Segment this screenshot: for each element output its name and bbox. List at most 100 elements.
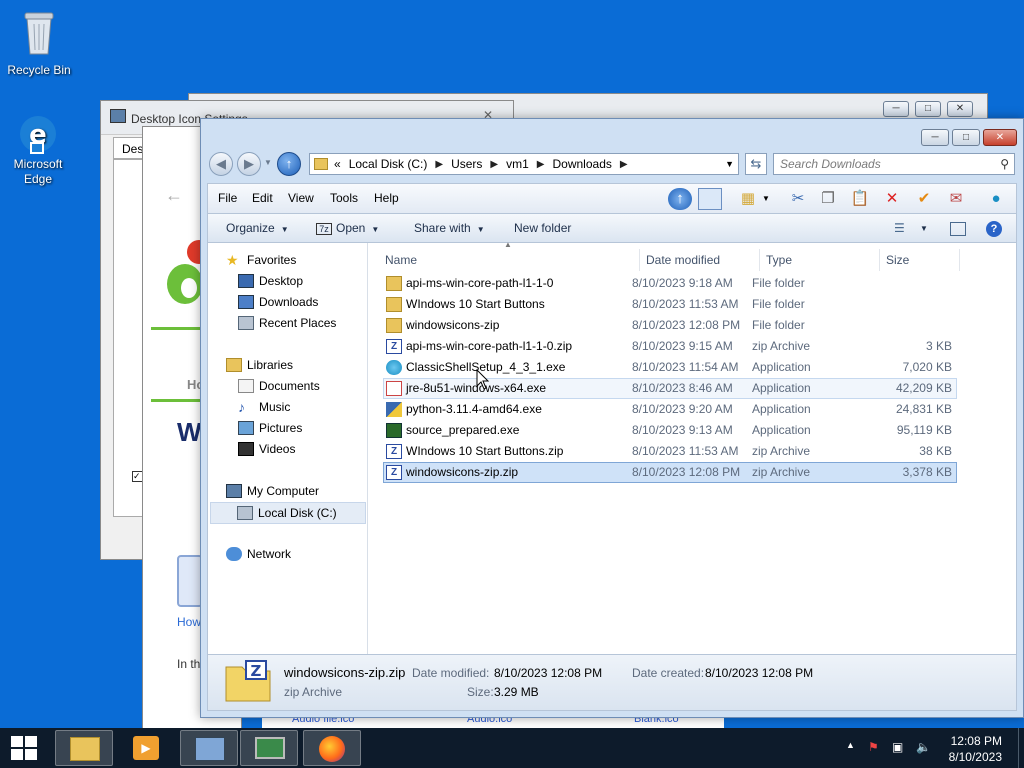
zip-icon: Z xyxy=(386,339,402,354)
change-view-icon[interactable]: ☰ xyxy=(894,221,905,235)
column-label: Type xyxy=(766,253,793,267)
minimize-button[interactable]: ─ xyxy=(921,129,949,146)
change-view-dropdown-icon[interactable]: ▼ xyxy=(920,224,928,233)
address-bar[interactable]: « Local Disk (C:) ▶ Users ▶ vm1 ▶ Downlo… xyxy=(309,153,739,175)
nav-network[interactable]: Network xyxy=(226,547,291,561)
breadcrumb-chevron-icon[interactable]: ▶ xyxy=(620,159,628,170)
menu-file[interactable]: File xyxy=(218,191,237,205)
organize-button[interactable]: Organize ▼ xyxy=(226,221,289,235)
taskbar-file-explorer[interactable] xyxy=(55,730,113,766)
file-row[interactable]: ClassicShellSetup_4_3_1.exe 8/10/2023 11:… xyxy=(383,357,957,378)
minimize-button[interactable]: ─ xyxy=(883,101,909,117)
maximize-button[interactable]: □ xyxy=(915,101,941,117)
close-button[interactable]: ✕ xyxy=(983,129,1017,146)
views-icon[interactable]: ▦ xyxy=(736,188,760,210)
new-folder-button[interactable]: New folder xyxy=(514,221,571,235)
taskbar-display-settings[interactable] xyxy=(240,730,298,766)
start-button[interactable] xyxy=(0,728,48,768)
breadcrumb-chevron-icon[interactable]: ▶ xyxy=(435,159,443,170)
address-dropdown-icon[interactable]: ▼ xyxy=(725,159,734,169)
help-icon[interactable]: ? xyxy=(986,221,1002,237)
nav-videos[interactable]: Videos xyxy=(238,442,295,456)
desktop-icon-label: Recycle Bin xyxy=(7,63,71,77)
breadcrumb-item[interactable]: Users xyxy=(451,157,482,171)
column-header-size[interactable]: Size xyxy=(880,249,960,271)
file-row[interactable]: windowsicons-zip 8/10/2023 12:08 PM File f… xyxy=(383,315,957,336)
nav-favorites[interactable]: ★ Favorites xyxy=(226,253,296,267)
nav-recent-places[interactable]: Recent Places xyxy=(238,316,336,330)
file-name: api-ms-win-core-path-l1-1-0 xyxy=(406,276,554,290)
show-desktop-button[interactable] xyxy=(1018,728,1024,768)
up-button[interactable]: ↑ xyxy=(277,152,301,176)
overflow-chevron-icon[interactable]: « xyxy=(334,157,341,171)
folders-pane-icon[interactable] xyxy=(698,188,722,210)
action-center-icon[interactable]: ⚑ xyxy=(868,740,879,754)
taskbar-firefox[interactable] xyxy=(303,730,361,766)
file-size: 95,119 KB xyxy=(896,423,952,437)
preview-pane-icon[interactable] xyxy=(950,222,966,236)
refresh-button[interactable]: ⇆ xyxy=(745,153,767,175)
breadcrumb-item[interactable]: Local Disk (C:) xyxy=(349,157,428,171)
nav-libraries[interactable]: Libraries xyxy=(226,358,293,372)
file-name: source_prepared.exe xyxy=(406,423,520,437)
menu-tools[interactable]: Tools xyxy=(330,191,358,205)
properties-check-icon[interactable]: ✔ xyxy=(912,188,936,210)
nav-my-computer[interactable]: My Computer xyxy=(226,484,319,498)
views-dropdown-icon[interactable]: ▼ xyxy=(760,188,772,210)
up-folder-icon[interactable]: ↑ xyxy=(668,188,692,210)
close-button[interactable]: ✕ xyxy=(947,101,973,117)
nav-local-disk[interactable]: Local Disk (C:) xyxy=(210,502,366,524)
file-row[interactable]: WIndows 10 Start Buttons 8/10/2023 11:53 … xyxy=(383,294,957,315)
column-header-type[interactable]: Type xyxy=(760,249,880,271)
nav-documents[interactable]: Documents xyxy=(238,379,320,393)
column-header-name[interactable]: Name xyxy=(379,249,640,271)
paste-icon[interactable]: 📋 xyxy=(848,188,872,210)
history-dropdown-icon[interactable]: ▼ xyxy=(264,158,272,167)
file-row[interactable]: api-ms-win-core-path-l1-1-0 8/10/2023 9:1… xyxy=(383,273,957,294)
file-row[interactable]: jre-8u51-windows-x64.exe 8/10/2023 8:46 A… xyxy=(383,378,957,399)
breadcrumb-item[interactable]: Downloads xyxy=(553,157,612,171)
star-icon: ★ xyxy=(226,252,239,268)
nav-downloads[interactable]: Downloads xyxy=(238,295,318,309)
nav-music[interactable]: ♪ Music xyxy=(238,400,290,414)
nav-desktop[interactable]: Desktop xyxy=(238,274,303,288)
browser-link-fragment[interactable]: How xyxy=(177,615,201,629)
maximize-button[interactable]: □ xyxy=(952,129,980,146)
search-icon[interactable]: ⚲ xyxy=(1000,154,1009,174)
volume-muted-icon[interactable]: 🔈 xyxy=(916,740,931,754)
email-icon[interactable]: ✉ xyxy=(944,188,968,210)
breadcrumb-chevron-icon[interactable]: ▶ xyxy=(490,159,498,170)
menu-help[interactable]: Help xyxy=(374,191,399,205)
file-row[interactable]: source_prepared.exe 8/10/2023 9:13 AM Appl… xyxy=(383,420,957,441)
column-header-date[interactable]: Date modified xyxy=(640,249,760,271)
menu-view[interactable]: View xyxy=(288,191,314,205)
cut-icon[interactable]: ✂ xyxy=(786,188,810,210)
menu-edit[interactable]: Edit xyxy=(252,191,273,205)
nav-label: Network xyxy=(247,547,292,561)
system-clock[interactable]: 12:08 PM 8/10/2023 xyxy=(949,733,1002,765)
share-with-button[interactable]: Share with ▼ xyxy=(414,221,485,235)
file-row[interactable]: Z WIndows 10 Start Buttons.zip 8/10/2023 1… xyxy=(383,441,957,462)
desktop-icon-microsoft-edge[interactable]: e Microsoft Edge xyxy=(0,112,76,187)
copy-icon[interactable]: ❐ xyxy=(816,188,840,210)
file-row[interactable]: Zwindowsicons-zip.zip 8/10/2023 12:08 PM z… xyxy=(383,462,957,483)
file-row[interactable]: python-3.11.4-amd64.exe 8/10/2023 9:20 AM… xyxy=(383,399,957,420)
breadcrumb-chevron-icon[interactable]: ▶ xyxy=(537,159,545,170)
desktop-icon-recycle-bin[interactable]: Recycle Bin xyxy=(1,8,77,77)
explorer-window[interactable]: ─ □ ✕ ◀ ▶ ▼ ↑ « Local Disk (C:) ▶ Users … xyxy=(200,118,1024,718)
taskbar-media-player[interactable]: ▶ xyxy=(117,730,175,766)
back-arrow-icon[interactable]: ← xyxy=(165,185,183,206)
search-input[interactable]: Search Downloads ⚲ xyxy=(773,153,1015,175)
delete-icon[interactable]: ✕ xyxy=(880,188,904,210)
network-status-icon[interactable]: ▣ xyxy=(892,740,903,754)
taskbar-control-panel[interactable] xyxy=(180,730,238,766)
folder-icon xyxy=(386,318,402,333)
breadcrumb-item[interactable]: vm1 xyxy=(506,157,529,171)
nav-pictures[interactable]: Pictures xyxy=(238,421,302,435)
show-hidden-icons-icon[interactable]: ▲ xyxy=(846,740,855,750)
open-button[interactable]: 7z Open ▼ xyxy=(316,221,379,235)
back-button[interactable]: ◀ xyxy=(209,152,233,176)
file-row[interactable]: Zapi-ms-win-core-path-l1-1-0.zip 8/10/202… xyxy=(383,336,957,357)
forward-button[interactable]: ▶ xyxy=(237,152,261,176)
classic-shell-icon[interactable]: ● xyxy=(984,188,1008,210)
